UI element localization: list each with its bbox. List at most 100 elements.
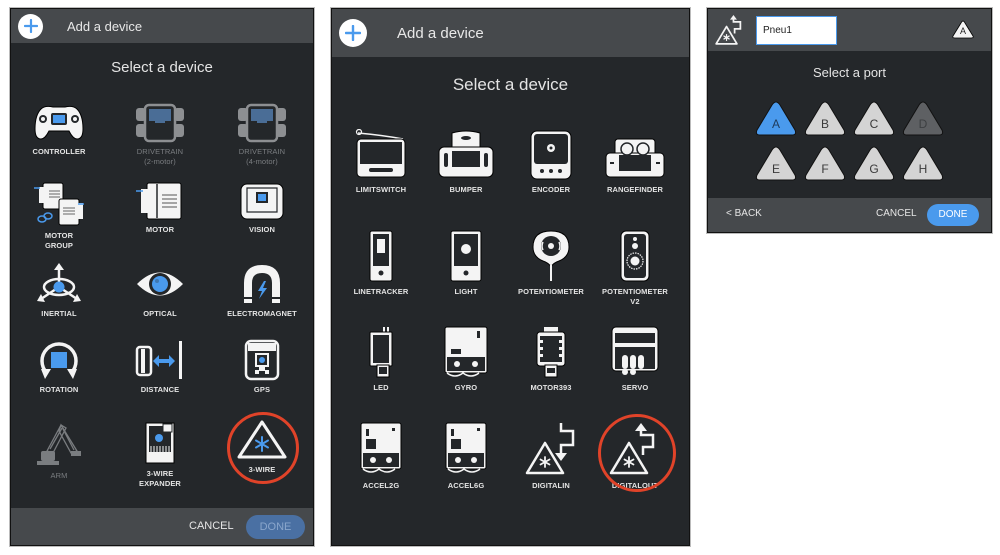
device-label: BUMPER [449,185,483,194]
device-label: ROTATION [39,385,79,394]
device-bumper[interactable]: BUMPER [421,129,511,195]
device-motor-group[interactable]: MOTOR GROUP [11,181,109,251]
device-label: LED [373,383,389,392]
device-rangefinder[interactable]: RANGEFINDER [590,129,680,195]
port-c-button[interactable]: C [853,101,895,137]
dialog-header: A [708,9,991,51]
drivetrain-icon [136,103,184,143]
device-label: LINETRACKER [353,287,409,296]
device-name-input[interactable] [756,16,837,45]
device-optical[interactable]: OPTICAL [110,263,210,319]
three-wire-icon [237,420,287,459]
device-potentiometer[interactable]: POTENTIOMETER [506,229,596,297]
device-label: GPS [253,385,271,394]
select-port-heading: Select a port [813,65,886,80]
device-3-wire[interactable]: 3-WIRE [212,419,312,475]
motor-group-icon [34,182,84,226]
device-accel2g[interactable]: ACCEL2G [336,421,426,491]
device-label: VISION [248,225,276,234]
device-label: INERTIAL [41,309,77,318]
port-f-button[interactable]: F [804,146,846,182]
device-controller[interactable]: CONTROLLER [11,103,109,157]
device-label: MOTOR GROUP [44,231,74,250]
device-3-wire-expander[interactable]: 3-WIRE EXPANDER [110,421,210,489]
dialog-footer: < BACK CANCEL DONE [708,198,991,232]
device-vision[interactable]: VISION [212,181,312,235]
device-led[interactable]: LED [336,325,426,393]
controller-icon [34,105,84,140]
port-h-button[interactable]: H [902,146,944,182]
dialog-title: Add a device [67,18,143,34]
select-device-heading: Select a device [452,75,569,94]
device-arm: ARM [11,421,109,481]
dialog-footer: CANCEL DONE [11,508,313,545]
device-digitalout[interactable]: DIGITALOUT [590,421,680,491]
vision-icon [240,183,284,220]
port-label: B [820,117,829,131]
done-button[interactable]: DONE [246,515,305,539]
expander-icon [145,422,175,464]
limitswitch-icon [355,129,406,178]
add-device-dialog-2: Add a device Select a device LIMITSWITCH… [331,8,690,546]
device-digitalin[interactable]: DIGITALIN [506,421,596,491]
accel-icon [445,422,487,473]
device-label: SERVO [621,383,649,392]
device-label: DRIVETRAIN (4-motor) [238,147,286,166]
device-motor[interactable]: MOTOR [110,181,210,235]
gyro-icon [444,326,488,377]
device-label: LIGHT [454,287,478,296]
device-label: ENCODER [531,185,571,194]
port-b-button[interactable]: B [804,101,846,137]
device-label: ARM [50,471,68,480]
add-device-dialog-1: Add a device Select a device CONTROLLER … [10,8,314,546]
device-encoder[interactable]: ENCODER [506,129,596,195]
back-button[interactable]: < BACK [726,208,762,219]
port-a-button[interactable]: A [755,101,797,137]
port-e-button[interactable]: E [755,146,797,182]
device-inertial[interactable]: INERTIAL [11,263,109,319]
magnet-icon [244,265,280,303]
selected-port-badge: A [952,20,974,39]
device-label: 3-WIRE [248,465,276,474]
device-light[interactable]: LIGHT [421,229,511,297]
done-button[interactable]: DONE [927,204,979,226]
dialog-title: Add a device [397,24,484,42]
port-g-button[interactable]: G [853,146,895,182]
select-device-heading: Select a device [111,59,213,76]
device-gps[interactable]: GPS [212,339,312,395]
potentiometer-v2-icon [620,230,650,282]
device-drivetrain-2-motor: DRIVETRAIN (2-motor) [110,103,210,167]
digital-out-icon [715,15,742,45]
device-label: POTENTIOMETER [518,287,584,296]
device-label: DRIVETRAIN (2-motor) [136,147,184,166]
device-servo[interactable]: SERVO [590,325,680,393]
device-label: 3-WIRE EXPANDER [139,469,181,488]
cancel-button[interactable]: CANCEL [876,208,917,219]
plus-icon [345,25,361,41]
device-linetracker[interactable]: LINETRACKER [336,229,426,297]
device-distance[interactable]: DISTANCE [110,339,210,395]
device-motor393[interactable]: MOTOR393 [506,325,596,393]
port-label: E [771,162,780,176]
device-label: POTENTIOMETER V2 [602,287,668,306]
device-label: MOTOR393 [530,383,572,392]
gps-icon [244,339,280,381]
add-device-button[interactable] [18,13,43,39]
linetracker-icon [369,230,393,282]
device-accel6g[interactable]: ACCEL6G [421,421,511,491]
device-rotation[interactable]: ROTATION [11,339,109,395]
device-limitswitch[interactable]: LIMITSWITCH [336,129,426,195]
device-label: DIGITALOUT [611,481,659,490]
device-potentiometer-v2[interactable]: POTENTIOMETER V2 [590,229,680,307]
device-gyro[interactable]: GYRO [421,325,511,393]
add-device-button[interactable] [339,19,367,47]
digital-out-icon [609,423,655,475]
accel-icon [360,422,402,473]
select-port-dialog: A Select a port A B C D E F G H < BACK CANCEL D… [707,8,992,233]
device-electromagnet[interactable]: ELECTROMAGNET [212,263,312,319]
cancel-button[interactable]: CANCEL [189,520,234,532]
potentiometer-icon [532,230,570,281]
encoder-icon [530,130,572,180]
servo-icon [611,326,659,375]
distance-icon [135,341,182,379]
